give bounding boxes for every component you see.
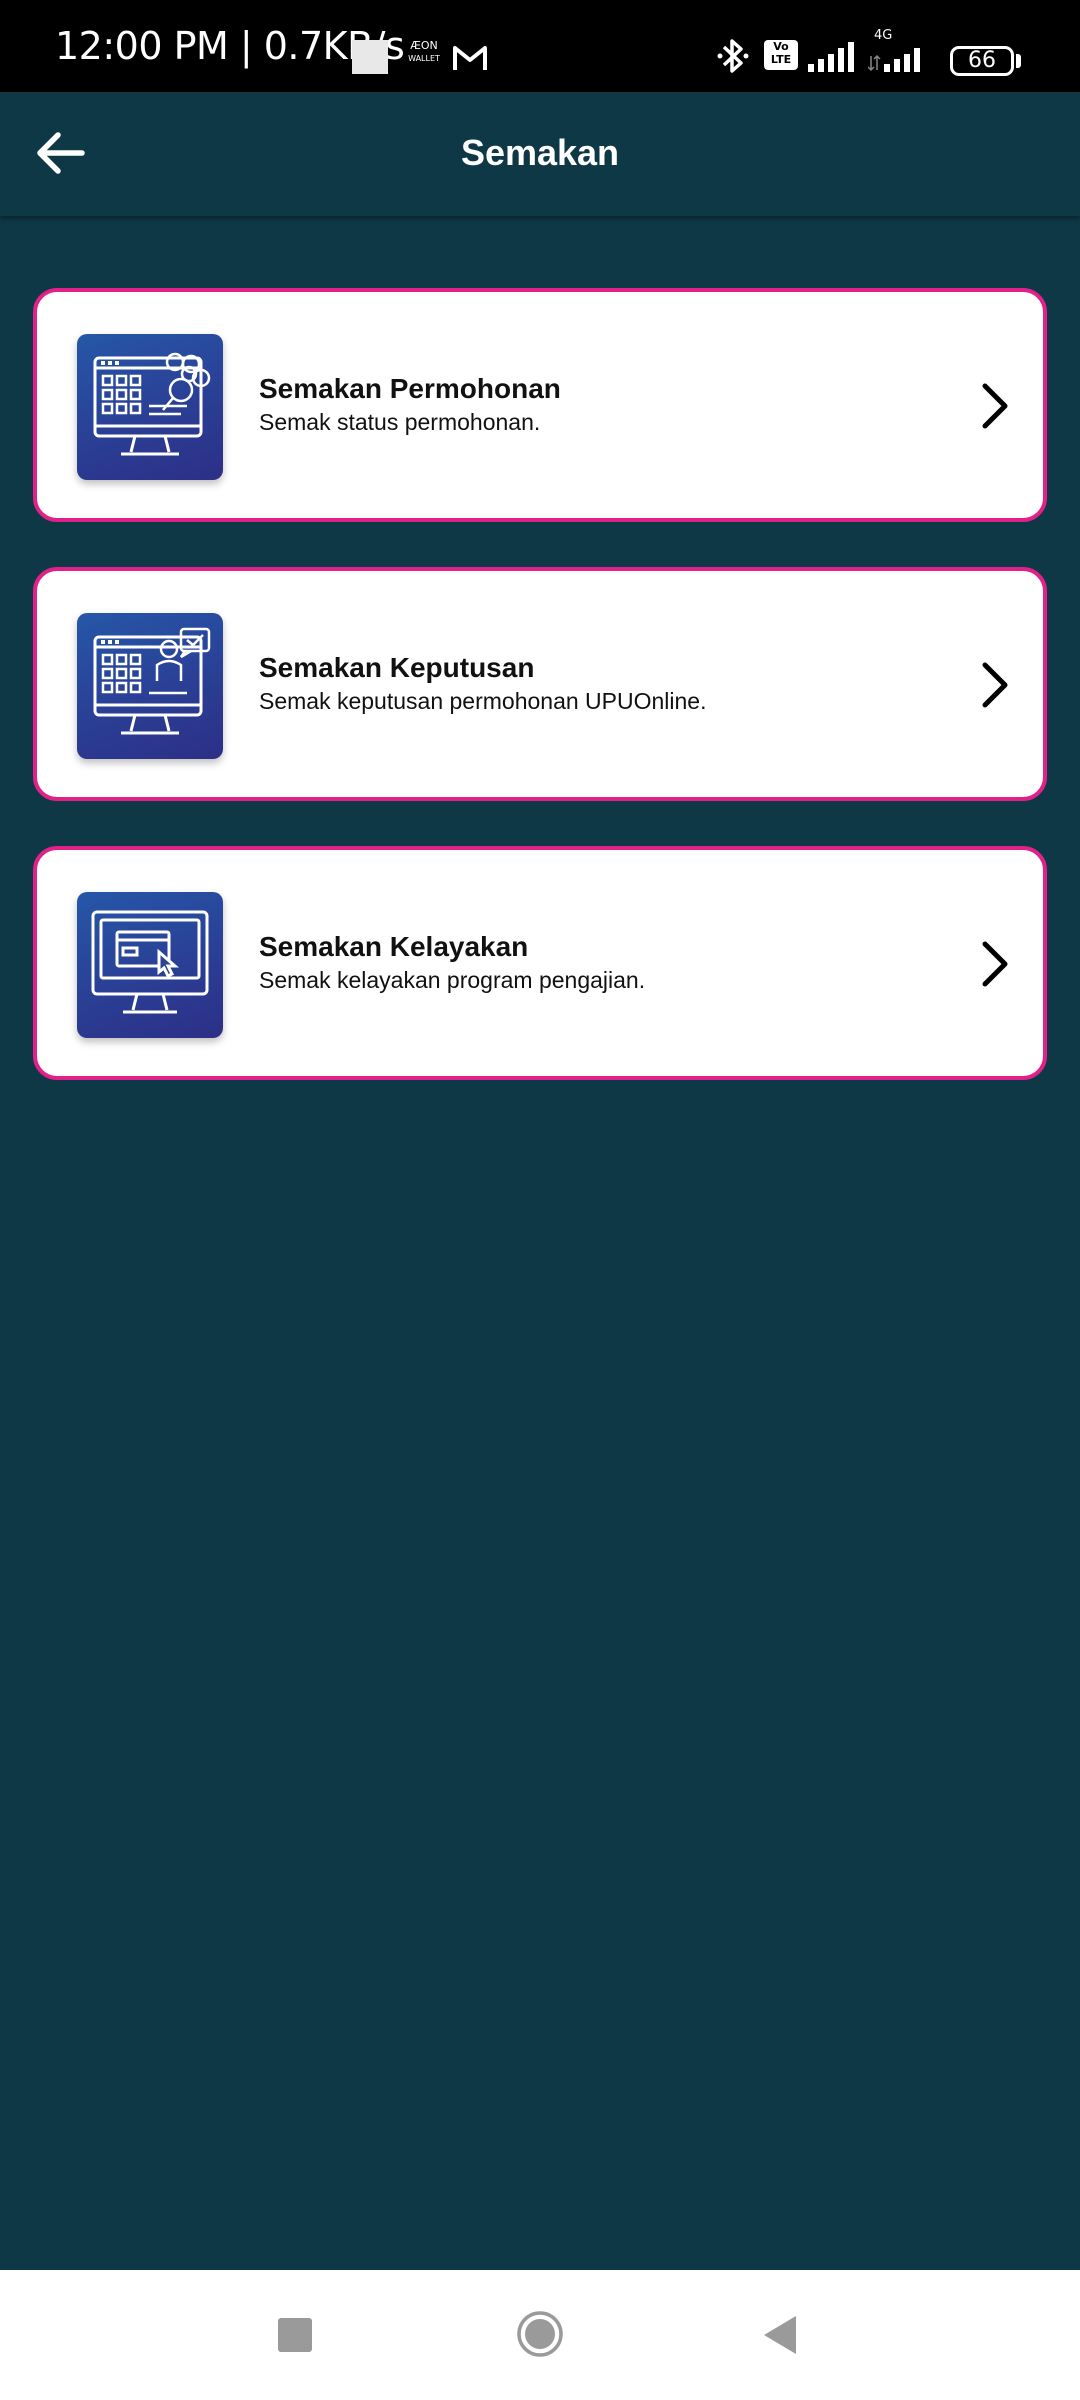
- recents-button[interactable]: [278, 2318, 312, 2352]
- notification-square-icon: [352, 40, 388, 74]
- battery-tip: [1016, 54, 1021, 68]
- card-subtitle: Semak keputusan permohonan UPUOnline.: [259, 688, 707, 714]
- card-title: Semakan Kelayakan: [259, 931, 529, 962]
- aeon-wallet-icon: ÆON WALLET: [408, 39, 440, 64]
- card-subtitle: Semak kelayakan program pengajian.: [259, 967, 646, 993]
- system-navigation-bar: [0, 2270, 1080, 2400]
- bluetooth-icon: [717, 39, 749, 73]
- home-button[interactable]: [516, 2310, 564, 2358]
- battery-icon: 66: [950, 46, 1014, 76]
- status-bar: 12:00 PM | 0.7KB/s ÆON WALLET Vo LTE 4G 6…: [0, 0, 1080, 92]
- app-bar: Semakan: [0, 92, 1080, 216]
- signal-strength-icon: [808, 42, 854, 72]
- semakan-keputusan-card[interactable]: Semakan Keputusan Semak keputusan permoh…: [33, 567, 1047, 801]
- semakan-kelayakan-card[interactable]: Semakan Kelayakan Semak kelayakan progra…: [33, 846, 1047, 1080]
- page-title: Semakan: [460, 132, 620, 173]
- card-subtitle: Semak status permohonan.: [259, 409, 541, 435]
- signal-strength-icon-2: [868, 48, 920, 72]
- gmail-icon: [453, 46, 487, 70]
- chevron-right-icon: [982, 662, 1008, 708]
- application-search-icon: [77, 334, 223, 480]
- semakan-permohonan-card[interactable]: Semakan Permohonan Semak status permohon…: [33, 288, 1047, 522]
- nav-back-button[interactable]: [762, 2314, 798, 2356]
- eligibility-check-icon: [77, 892, 223, 1038]
- volte-icon: Vo LTE: [764, 40, 798, 70]
- network-type-label: 4G: [874, 28, 893, 43]
- card-title: Semakan Permohonan: [259, 373, 561, 404]
- card-title: Semakan Keputusan: [259, 652, 535, 683]
- chevron-right-icon: [982, 941, 1008, 987]
- result-check-icon: [77, 613, 223, 759]
- chevron-right-icon: [982, 383, 1008, 429]
